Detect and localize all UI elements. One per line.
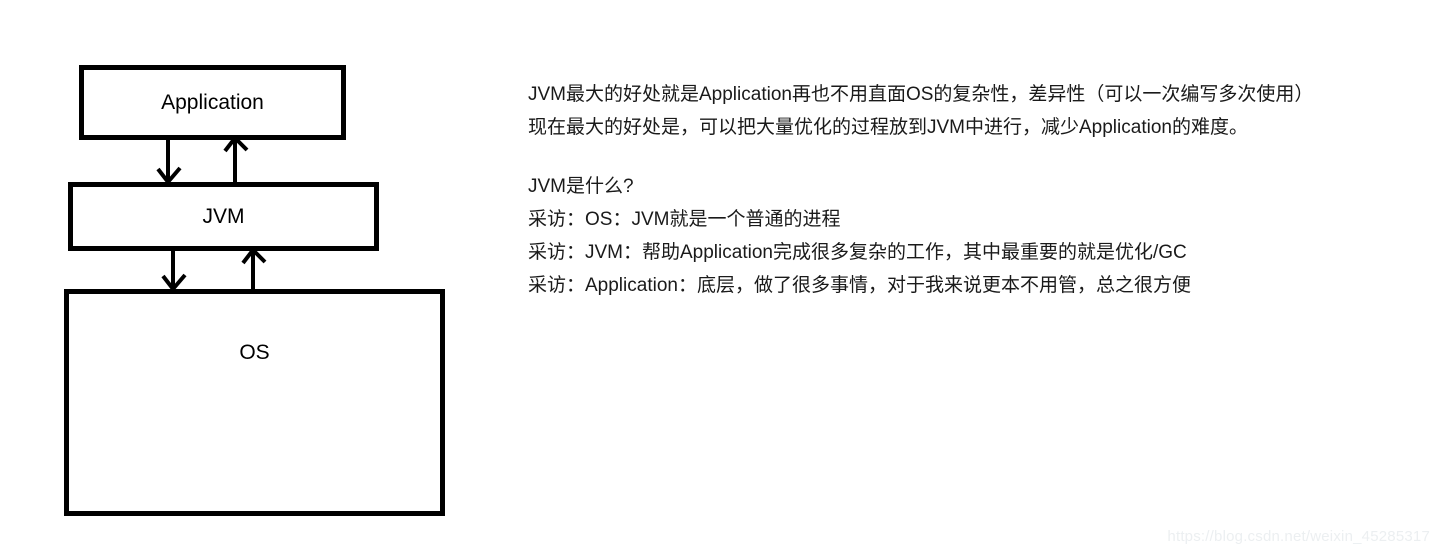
diagram-node-application: Application: [79, 65, 346, 140]
notes-interview-jvm: 采访：JVM：帮助Application完成很多复杂的工作，其中最重要的就是优化…: [528, 242, 1187, 263]
arrow-down-jvm-to-os: [161, 248, 187, 293]
node-label-jvm: JVM: [202, 205, 245, 228]
notes-paragraph-line-1: JVM最大的好处就是Application再也不用直面OS的复杂性，差异性（可以…: [528, 84, 1314, 105]
notes-question: JVM是什么?: [528, 176, 634, 197]
node-label-application: Application: [161, 91, 264, 114]
diagram-node-jvm: JVM: [68, 182, 379, 251]
node-label-os: OS: [239, 341, 270, 364]
watermark-text: https://blog.csdn.net/weixin_45285317: [1167, 528, 1430, 545]
notes-spacer: [528, 144, 1418, 170]
notes-panel: JVM最大的好处就是Application再也不用直面OS的复杂性，差异性（可以…: [528, 78, 1418, 302]
architecture-diagram: Application JVM OS: [0, 0, 500, 553]
notes-interview-application: 采访：Application：底层，做了很多事情，对于我来说更本不用管，总之很方…: [528, 275, 1191, 296]
arrow-down-application-to-jvm: [156, 136, 182, 186]
arrow-up-os-to-jvm: [241, 246, 267, 290]
arrow-pair-application-jvm: [156, 134, 249, 186]
arrow-pair-jvm-os: [161, 246, 267, 293]
notes-interview-os: 采访：OS：JVM就是一个普通的进程: [528, 209, 841, 230]
notes-paragraph-line-2: 现在最大的好处是，可以把大量优化的过程放到JVM中进行，减少Applicatio…: [528, 117, 1248, 138]
arrow-up-jvm-to-application: [223, 134, 249, 182]
diagram-node-os: OS: [64, 289, 445, 516]
